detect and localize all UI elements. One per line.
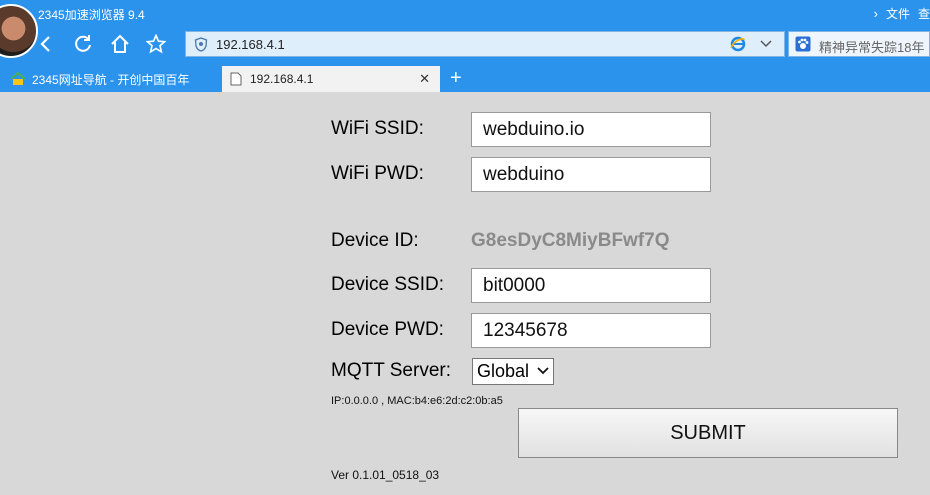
reload-icon bbox=[75, 35, 91, 52]
title-bar: 2345加速浏览器 9.4 › 文件 查 bbox=[0, 0, 930, 28]
favorite-button[interactable] bbox=[142, 30, 170, 58]
config-page: WiFi SSID: webduino.io WiFi PWD: webduin… bbox=[0, 92, 930, 495]
menu-file[interactable]: 文件 bbox=[886, 5, 910, 22]
wifi-ssid-input[interactable]: webduino.io bbox=[471, 112, 711, 147]
back-arrow-icon bbox=[40, 36, 50, 52]
version-text: Ver 0.1.01_0518_03 bbox=[331, 468, 440, 482]
wifi-pwd-input[interactable]: webduino bbox=[471, 157, 711, 192]
document-icon bbox=[230, 72, 242, 86]
device-ssid-row: Device SSID: bbox=[331, 274, 444, 296]
device-id-value: G8esDyC8MiyBFwf7Q bbox=[471, 230, 670, 251]
device-pwd-row: Device PWD: bbox=[331, 319, 444, 341]
address-bar[interactable]: 192.168.4.1 bbox=[185, 31, 785, 57]
home-icon bbox=[111, 34, 129, 53]
address-url[interactable]: 192.168.4.1 bbox=[216, 37, 285, 52]
app-title: 2345加速浏览器 9.4 bbox=[38, 8, 145, 22]
mqtt-row: MQTT Server: bbox=[331, 360, 451, 382]
close-icon[interactable]: ✕ bbox=[419, 71, 430, 87]
tab-label: 192.168.4.1 bbox=[250, 72, 314, 86]
device-pwd-input[interactable]: 12345678 bbox=[471, 313, 711, 348]
tab-2345-nav[interactable]: 2345网址导航 - 开创中国百年 bbox=[4, 66, 220, 92]
chevron-down-icon[interactable] bbox=[760, 37, 772, 49]
reload-button[interactable] bbox=[69, 30, 97, 58]
shield-icon bbox=[194, 37, 208, 52]
new-tab-button[interactable]: + bbox=[450, 67, 462, 90]
device-id-label: Device ID: bbox=[331, 230, 419, 251]
home-button[interactable] bbox=[106, 30, 134, 58]
submit-button[interactable]: SUBMIT bbox=[518, 408, 898, 458]
window-menu: › 文件 查 bbox=[874, 5, 930, 22]
chevron-down-icon bbox=[537, 367, 549, 375]
wifi-pwd-row: WiFi PWD: bbox=[331, 163, 424, 185]
chevron-right-icon[interactable]: › bbox=[874, 6, 878, 21]
menu-view[interactable]: 查 bbox=[918, 5, 930, 22]
mqtt-selected-value: Global bbox=[477, 361, 530, 381]
tab-label: 2345网址导航 - 开创中国百年 bbox=[32, 72, 190, 87]
device-pwd-label: Device PWD: bbox=[331, 319, 444, 340]
device-ssid-input[interactable]: bit0000 bbox=[471, 268, 711, 303]
wifi-ssid-row: WiFi SSID: bbox=[331, 118, 424, 140]
wifi-pwd-label: WiFi PWD: bbox=[331, 163, 424, 184]
mqtt-server-label: MQTT Server: bbox=[331, 360, 451, 381]
paw-search-icon bbox=[795, 36, 811, 52]
wifi-ssid-label: WiFi SSID: bbox=[331, 118, 424, 139]
tab-bar: 2345网址导航 - 开创中国百年 192.168.4.1 ✕ + bbox=[0, 64, 930, 92]
mqtt-server-select[interactable]: Global bbox=[472, 358, 554, 385]
device-id-row: Device ID: bbox=[331, 230, 419, 252]
ip-mac-info: IP:0.0.0.0 , MAC:b4:e6:2d:c2:0b:a5 bbox=[331, 395, 503, 407]
search-input[interactable]: 精神异常失踪18年 bbox=[819, 37, 924, 56]
star-icon bbox=[146, 34, 166, 54]
navigation-bar: 192.168.4.1 精神异常失踪18年 bbox=[0, 28, 930, 64]
ie-engine-icon[interactable] bbox=[730, 36, 746, 52]
search-box[interactable]: 精神异常失踪18年 bbox=[788, 31, 930, 57]
2345-home-icon bbox=[10, 72, 26, 85]
tab-active[interactable]: 192.168.4.1 ✕ bbox=[222, 66, 440, 92]
device-ssid-label: Device SSID: bbox=[331, 274, 444, 295]
